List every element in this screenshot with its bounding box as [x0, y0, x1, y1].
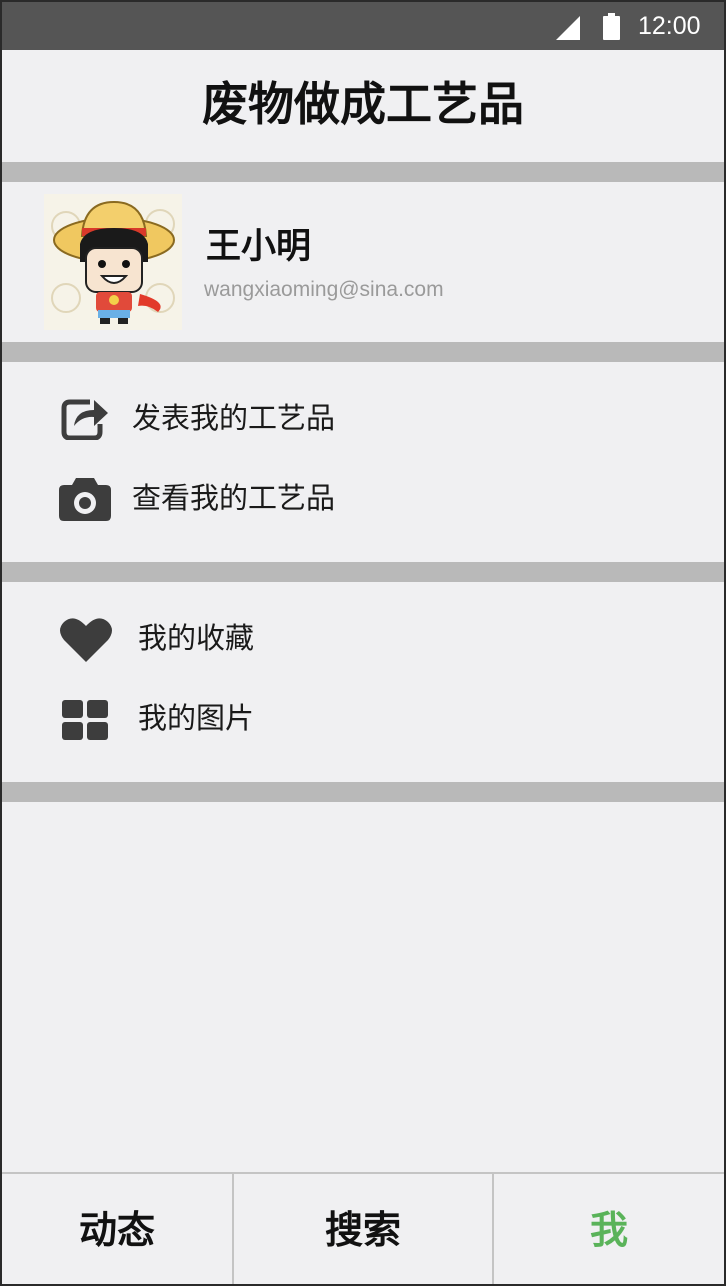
- section-divider: [2, 562, 724, 582]
- status-time: 12:00: [638, 12, 701, 40]
- menu-item-my-pictures[interactable]: 我的图片: [2, 678, 724, 758]
- status-bar: 12:00: [2, 2, 724, 50]
- menu-label: 我的收藏: [138, 621, 255, 655]
- avatar-cartoon-image: [51, 200, 175, 324]
- menu-item-view-crafts[interactable]: 查看我的工艺品: [2, 458, 724, 538]
- menu-label: 我的图片: [138, 701, 255, 735]
- share-icon: [61, 399, 108, 440]
- menu-group-collections: 我的收藏 我的图片: [2, 582, 724, 782]
- user-email: wangxiaoming@sina.com: [204, 278, 444, 301]
- signal-icon: [556, 16, 580, 40]
- camera-icon: [59, 478, 111, 521]
- heart-icon: [60, 618, 112, 662]
- menu-label: 发表我的工艺品: [132, 401, 336, 435]
- tab-me[interactable]: 我: [494, 1174, 724, 1284]
- page-title: 废物做成工艺品: [202, 77, 524, 131]
- section-divider: [2, 342, 724, 362]
- grid-icon: [62, 700, 108, 740]
- avatar[interactable]: [44, 194, 182, 330]
- battery-icon: [603, 13, 620, 40]
- section-divider: [2, 782, 724, 802]
- app-screen: 12:00 废物做成工艺品 王小明 wangxiaoming@sina.com …: [0, 0, 726, 1286]
- user-name: 王小明: [206, 227, 312, 267]
- menu-group-crafts: 发表我的工艺品 查看我的工艺品: [2, 362, 724, 562]
- menu-item-publish-craft[interactable]: 发表我的工艺品: [2, 378, 724, 458]
- section-divider: [2, 162, 724, 182]
- profile-card[interactable]: 王小明 wangxiaoming@sina.com: [2, 182, 724, 342]
- tab-search[interactable]: 搜索: [234, 1174, 492, 1284]
- bottom-tab-bar: 动态 搜索 我: [2, 1172, 724, 1284]
- menu-label: 查看我的工艺品: [132, 481, 336, 515]
- tab-feed[interactable]: 动态: [2, 1174, 232, 1284]
- menu-item-favorites[interactable]: 我的收藏: [2, 598, 724, 678]
- title-bar: 废物做成工艺品: [2, 50, 724, 162]
